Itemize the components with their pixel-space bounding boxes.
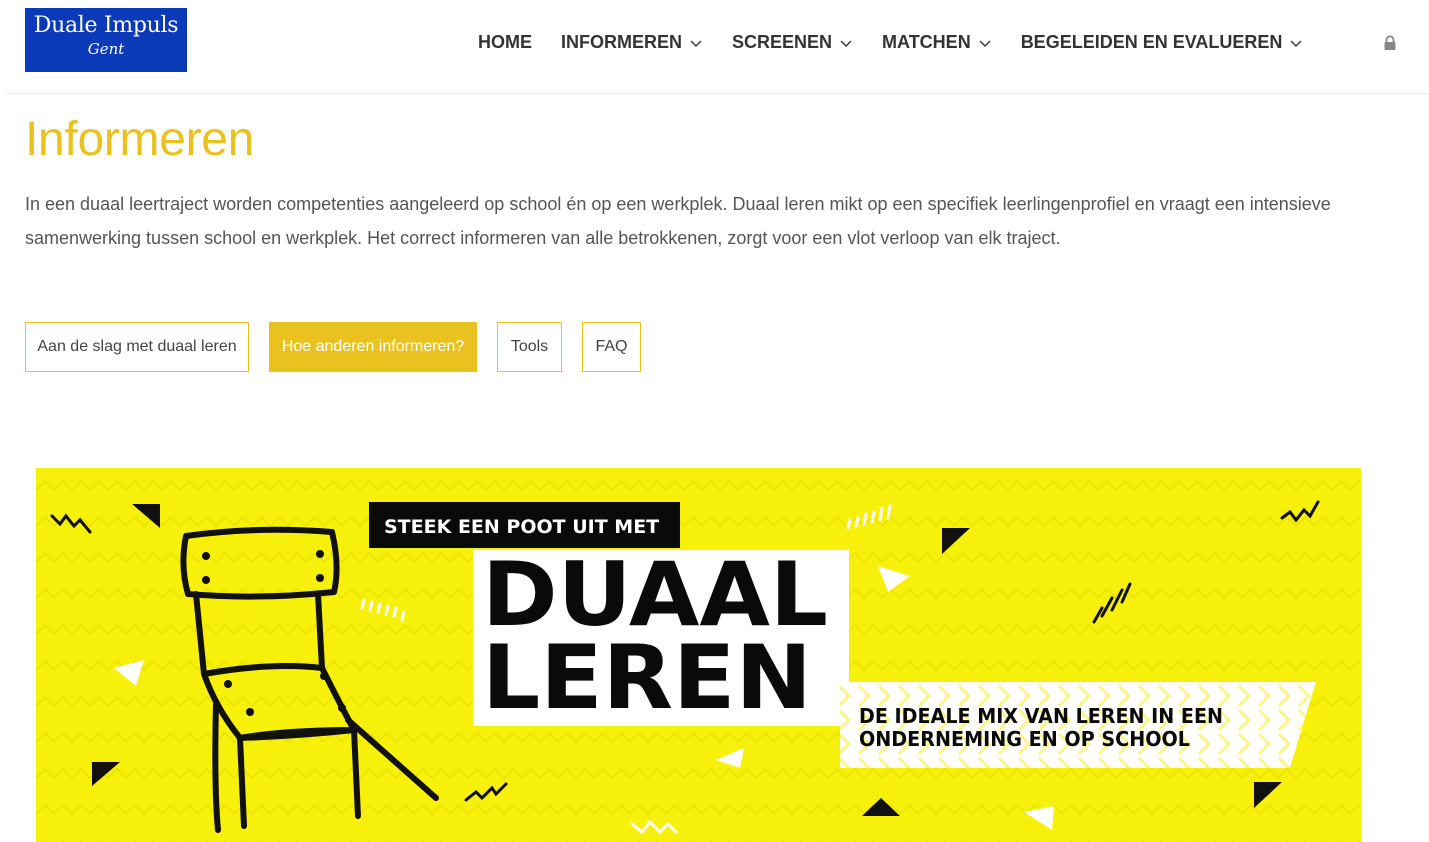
chevron-down-icon (840, 40, 852, 47)
site-logo[interactable]: Duale Impuls Gent (25, 8, 187, 72)
chevron-down-icon (690, 40, 702, 47)
banner-tagline: STEEK EEN POOT UIT MET (384, 516, 659, 538)
page-intro: In een duaal leertraject worden competen… (25, 194, 1331, 248)
nav-item-label: HOME (478, 32, 532, 52)
chevron-down-icon (1290, 40, 1302, 47)
tab-tools[interactable]: Tools (497, 322, 562, 372)
tab-faq[interactable]: FAQ (582, 322, 641, 372)
nav-item-begeleiden-en-evalueren[interactable]: BEGELEIDEN EN EVALUEREN (1021, 32, 1304, 53)
section-tabs: Aan de slag met duaal leren Hoe anderen … (25, 322, 661, 372)
banner-slogan-line2: ONDERNEMING EN OP SCHOOL (859, 727, 1190, 751)
banner-word-leren: LEREN (482, 626, 812, 729)
site-header: Duale Impuls Gent HOME INFORMEREN SCREEN… (0, 0, 1429, 94)
nav-item-label: MATCHEN (882, 32, 971, 52)
nav-item-label: INFORMEREN (561, 32, 682, 52)
nav-item-home[interactable]: HOME (478, 32, 532, 53)
tab-aan-de-slag[interactable]: Aan de slag met duaal leren (25, 322, 249, 372)
logo-subtitle: Gent (87, 40, 125, 58)
logo-title: Duale Impuls (33, 13, 179, 38)
nav-item-matchen[interactable]: MATCHEN (882, 32, 992, 53)
lock-icon[interactable] (1383, 35, 1397, 51)
nav-item-label: SCREENEN (732, 32, 833, 52)
nav-item-informeren[interactable]: INFORMEREN (561, 32, 703, 53)
nav-item-label: BEGELEIDEN EN EVALUEREN (1020, 32, 1283, 52)
chevron-down-icon (979, 40, 991, 47)
tab-hoe-anderen-informeren[interactable]: Hoe anderen informeren? (269, 322, 477, 372)
banner-slogan-line1: DE IDEALE MIX VAN LEREN IN EEN (859, 704, 1223, 728)
banner-artwork: STEEK EEN POOT UIT MET DUAAL LEREN DE ID… (36, 468, 1361, 842)
page-title: Informeren (25, 113, 255, 166)
header-divider (6, 93, 1429, 94)
promo-banner: STEEK EEN POOT UIT MET DUAAL LEREN DE ID… (36, 468, 1361, 842)
main-nav: HOME INFORMEREN SCREENEN MATCHEN BEGELEI… (478, 32, 1332, 53)
nav-item-screenen[interactable]: SCREENEN (732, 32, 853, 53)
